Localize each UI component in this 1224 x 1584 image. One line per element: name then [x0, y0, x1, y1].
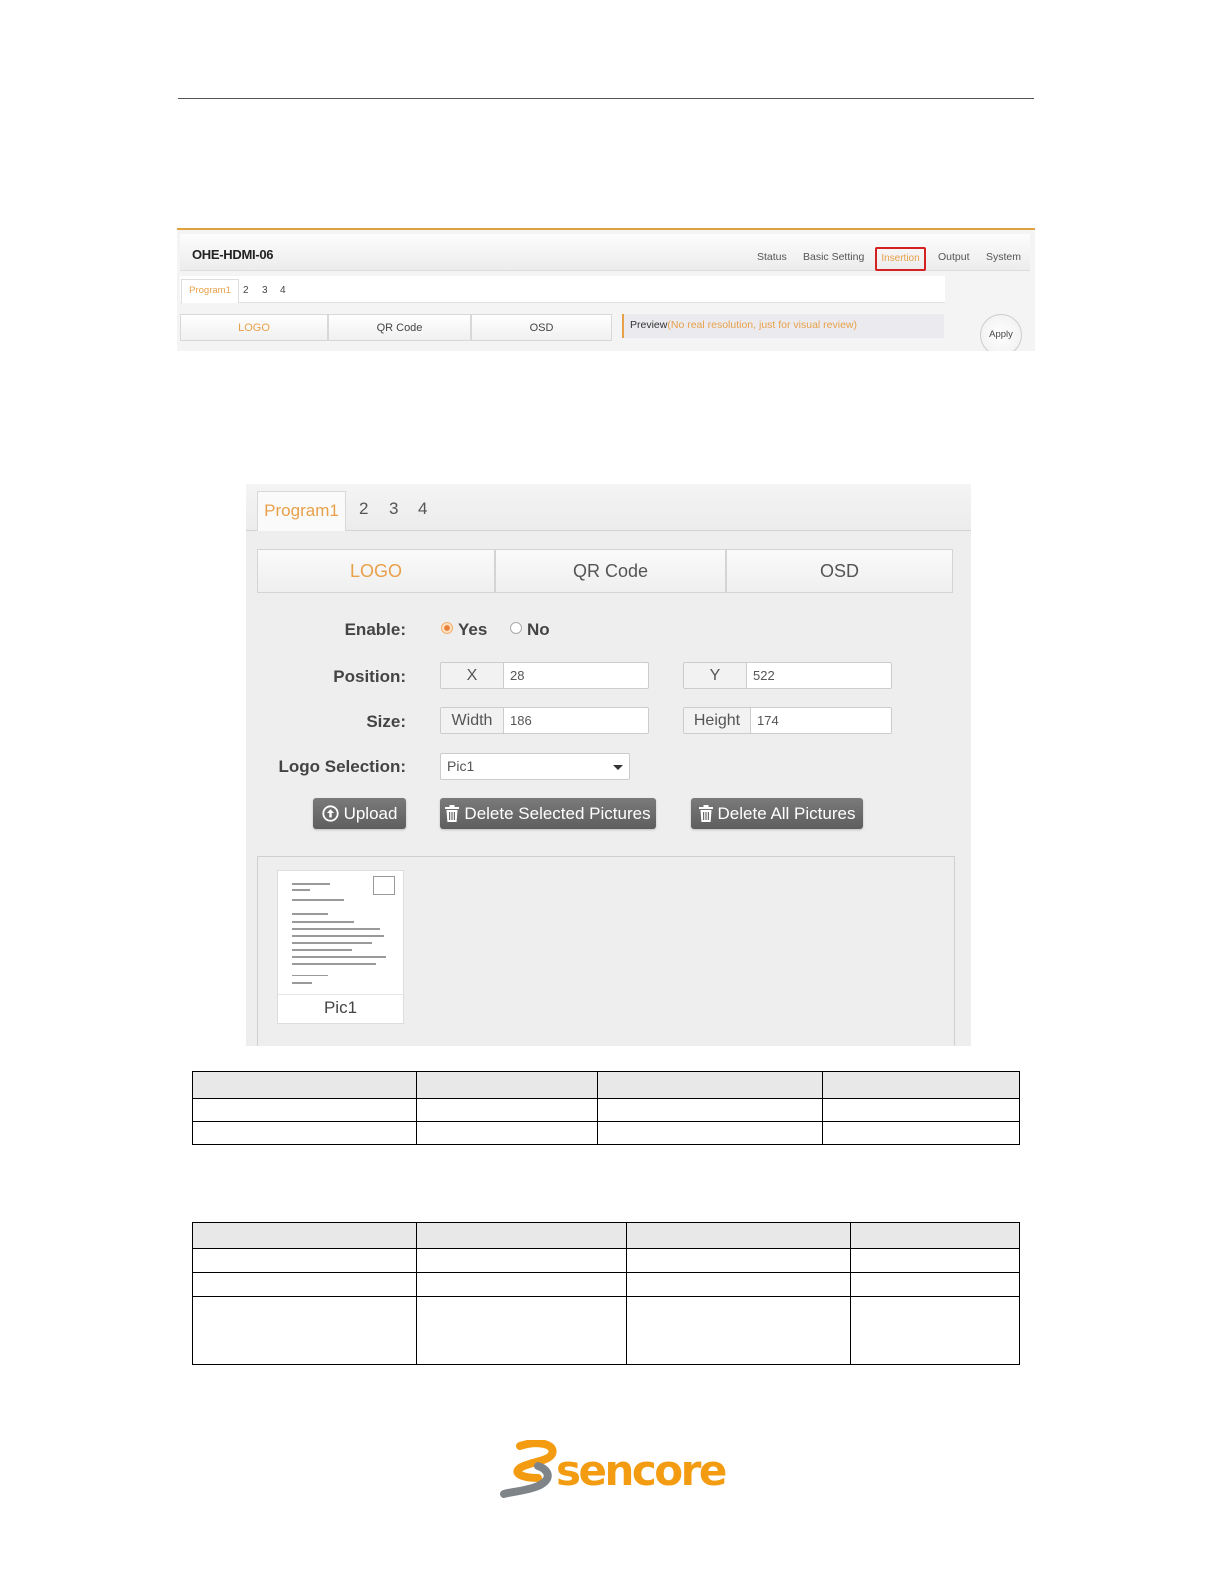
- brand-name: sencore: [556, 1446, 727, 1495]
- tab-program4[interactable]: 4: [418, 499, 427, 519]
- nav-output[interactable]: Output: [938, 251, 970, 263]
- size-height-field[interactable]: Height 174: [683, 707, 892, 734]
- table-row: [192, 1222, 1020, 1249]
- select-checkbox[interactable]: [373, 876, 395, 895]
- enable-yes-radio[interactable]: [441, 622, 453, 634]
- subtab-logo[interactable]: LOGO: [180, 314, 328, 341]
- nav-insertion[interactable]: Insertion: [875, 247, 926, 271]
- size-label: Size:: [366, 712, 406, 731]
- screenshot-insertion-header: OHE-HDMI-06 Status Basic Setting Inserti…: [177, 228, 1035, 351]
- position-x-field[interactable]: X 28: [440, 662, 649, 689]
- x-addon: X: [441, 663, 504, 688]
- preview-header: Preview(No real resolution, just for vis…: [622, 314, 944, 338]
- subtab-logo[interactable]: LOGO: [257, 549, 495, 593]
- size-width-field[interactable]: Width 186: [440, 707, 649, 734]
- screenshot-logo-panel: Program1 2 3 4 LOGO QR Code OSD Enable: …: [246, 484, 971, 1046]
- x-value[interactable]: 28: [504, 663, 524, 688]
- upload-button[interactable]: Upload: [313, 798, 406, 829]
- delete-selected-label: Delete Selected Pictures: [464, 804, 651, 823]
- nav-system[interactable]: System: [986, 251, 1021, 263]
- tab-program3[interactable]: 3: [262, 285, 268, 296]
- table-1: [192, 1071, 1020, 1145]
- logo-selection-label: Logo Selection:: [278, 757, 407, 776]
- position-label: Position:: [333, 667, 406, 686]
- app-header: OHE-HDMI-06 Status Basic Setting Inserti…: [180, 234, 1030, 271]
- preview-note: (No real resolution, just for visual rev…: [667, 319, 858, 331]
- table-row: [192, 1098, 1020, 1122]
- height-addon: Height: [684, 708, 751, 733]
- app-title: OHE-HDMI-06: [192, 247, 274, 262]
- table-row: [192, 1248, 1020, 1273]
- tab-program2[interactable]: 2: [243, 285, 249, 296]
- chevron-down-icon: [613, 765, 623, 770]
- nav-status[interactable]: Status: [757, 251, 787, 263]
- enable-no-radio[interactable]: [510, 622, 522, 634]
- trash-icon: [698, 805, 713, 822]
- logo-selection-dropdown[interactable]: Pic1: [440, 753, 630, 780]
- height-value[interactable]: 174: [751, 708, 779, 733]
- tab-program3[interactable]: 3: [389, 499, 398, 519]
- tab-program1[interactable]: Program1: [181, 279, 239, 303]
- table-row: [192, 1272, 1020, 1297]
- table-2: [192, 1222, 1020, 1365]
- upload-label: Upload: [343, 804, 398, 823]
- trash-icon: [445, 805, 460, 822]
- table-row: [192, 1071, 1020, 1099]
- delete-all-label: Delete All Pictures: [717, 804, 856, 823]
- table-row: [192, 1296, 1020, 1365]
- enable-yes-label: Yes: [458, 620, 488, 639]
- picture-thumbnail[interactable]: Pic1: [277, 870, 404, 1024]
- width-addon: Width: [441, 708, 504, 733]
- tab-program1[interactable]: Program1: [257, 491, 346, 531]
- delete-selected-button[interactable]: Delete Selected Pictures: [440, 798, 656, 829]
- picture-caption: Pic1: [278, 994, 403, 1018]
- y-value[interactable]: 522: [747, 663, 775, 688]
- enable-label: Enable:: [344, 620, 406, 639]
- upload-icon: [321, 805, 339, 822]
- subtab-qr-code[interactable]: QR Code: [328, 314, 471, 341]
- position-y-field[interactable]: Y 522: [683, 662, 892, 689]
- table-row: [192, 1121, 1020, 1145]
- apply-button[interactable]: Apply: [980, 314, 1022, 351]
- program-tab-bar: Program1 2 3 4: [246, 484, 971, 531]
- program-tab-bar: Program1 2 3 4: [180, 276, 945, 303]
- subtab-osd[interactable]: OSD: [471, 314, 612, 341]
- logo-selection-value: Pic1: [447, 758, 475, 774]
- subtab-osd[interactable]: OSD: [726, 549, 953, 593]
- y-addon: Y: [684, 663, 747, 688]
- header-rule: [178, 98, 1034, 99]
- tab-program4[interactable]: 4: [280, 285, 286, 296]
- picture-gallery: Pic1: [257, 856, 955, 1046]
- delete-all-button[interactable]: Delete All Pictures: [691, 798, 863, 829]
- width-value[interactable]: 186: [504, 708, 532, 733]
- enable-no-label: No: [527, 620, 550, 639]
- preview-label: Preview: [630, 319, 668, 331]
- tab-program2[interactable]: 2: [359, 499, 368, 519]
- subtab-qr-code[interactable]: QR Code: [495, 549, 726, 593]
- nav-basic-setting[interactable]: Basic Setting: [803, 251, 864, 263]
